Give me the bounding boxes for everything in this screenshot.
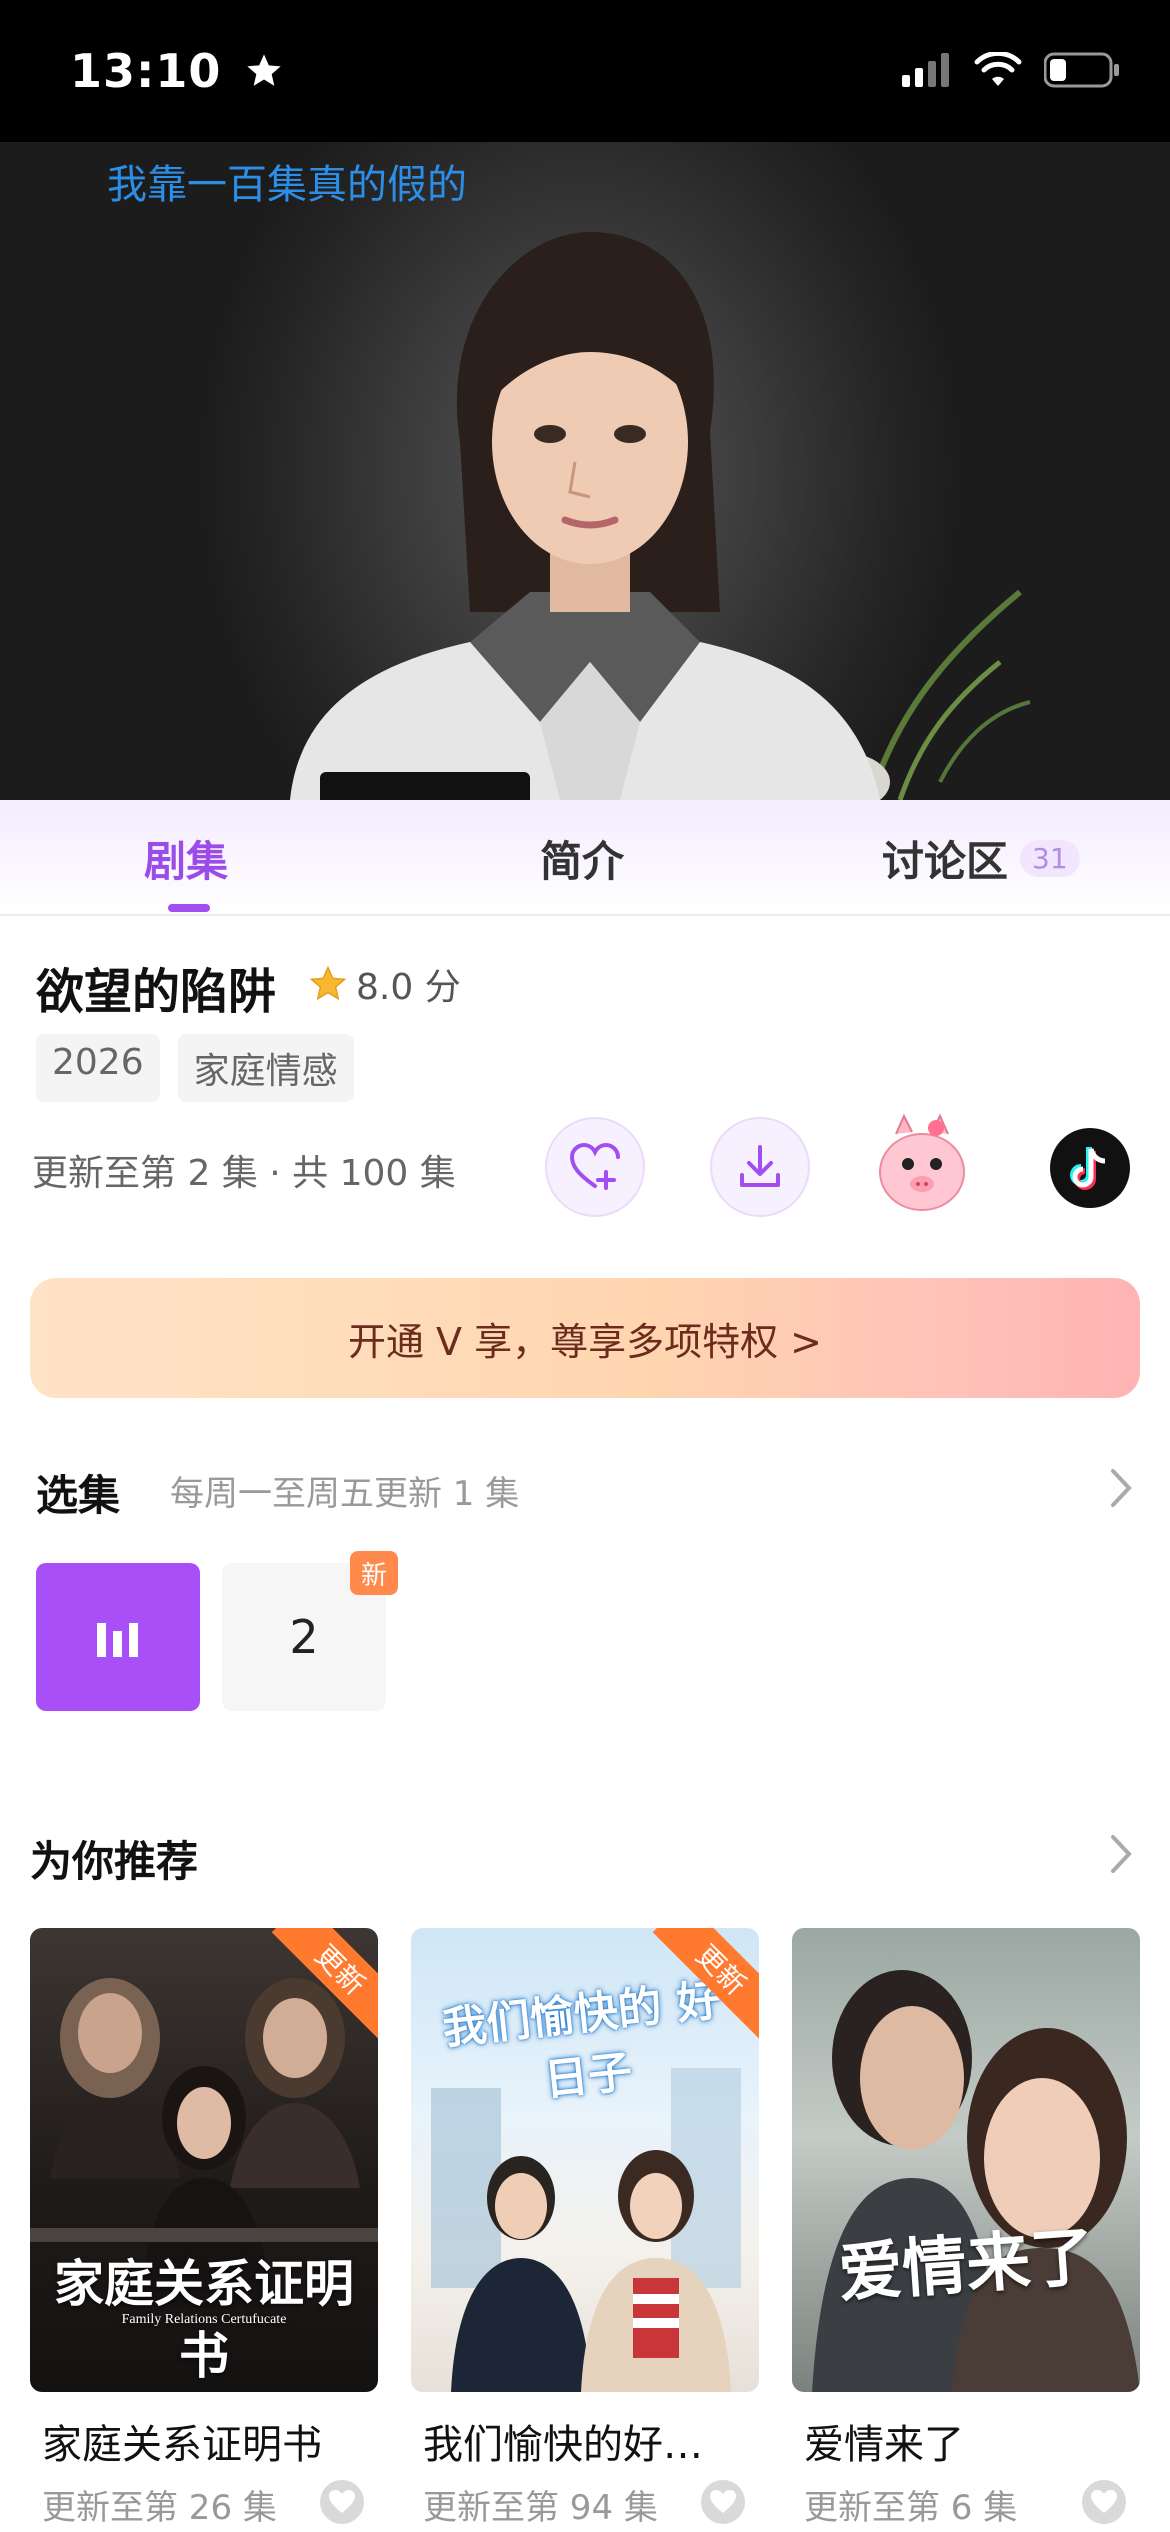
status-bar: 13:10 [0,0,1170,142]
heart-icon[interactable] [1082,2480,1126,2524]
new-badge: 新 [350,1551,398,1595]
recommend-card[interactable]: 爱情来了 爱情来了 更新至第 6 集 [792,1928,1140,2529]
tab-episodes-label: 剧集 [144,837,229,886]
recommend-poster[interactable]: 爱情来了 [792,1928,1140,2392]
star-icon [247,54,282,86]
recommend-poster[interactable]: 家庭关系证明书 Family Relations Certufucate 更新 [30,1928,378,2392]
playing-bars-icon [97,1623,138,1657]
recommend-title-text: 家庭关系证明书 [42,2422,322,2468]
episodes-subtitle: 每周一至周五更新 1 集 [170,1474,520,1514]
heart-icon[interactable] [320,2480,364,2524]
download-icon [740,1145,780,1187]
tab-discussion[interactable]: 讨论区 31 [882,828,1080,889]
tiktok-button[interactable] [1050,1128,1130,1208]
recommend-title: 为你推荐 [30,1837,199,1886]
wifi-icon [974,52,1022,86]
video-player[interactable]: 我靠一百集真的假的 [0,142,1170,800]
rating-value: 8.0 分 [356,967,461,1008]
poster-figures [812,1970,1140,2392]
recommend-update-label: 更新至第 26 集 [42,2488,277,2528]
vip-banner-text: 开通 V 享，尊享多项特权 > [347,1319,823,1364]
recommend-card[interactable]: 家庭关系证明书 Family Relations Certufucate 更新 … [30,1928,378,2529]
recommend-update-text: 更新至第 26 集 [30,2480,378,2529]
vip-banner[interactable]: 开通 V 享，尊享多项特权 > [30,1278,1140,1398]
show-title: 欲望的陷阱 [36,964,277,1020]
tab-intro-label: 简介 [540,837,625,886]
poster-subtitle: Family Relations Certufucate [121,2312,287,2327]
episodes-title: 选集 [36,1471,121,1520]
recommend-card[interactable]: 我们愉快的 好日子 更新 我们愉快的好… 更新至第 94 集 [411,1928,759,2529]
recommend-update-text: 更新至第 94 集 [411,2480,759,2529]
recommend-update-label: 更新至第 6 集 [804,2488,1018,2528]
tab-active-indicator [168,904,210,912]
recommend-title-text: 我们愉快的好… [423,2422,703,2468]
signal-icon [902,53,949,87]
download-button[interactable] [710,1117,810,1217]
tab-episodes[interactable]: 剧集 [144,828,228,889]
recommend-update-text: 更新至第 6 集 [792,2480,1140,2529]
status-time: 13:10 [70,44,284,98]
show-rating: 8.0 分 [308,958,461,1010]
tag-year[interactable]: 2026 [36,1034,160,1102]
show-tags: 2026 家庭情感 [36,1034,354,1102]
video-subtitle: 我靠一百集真的假的 [107,162,467,208]
mascot-icon[interactable] [874,1112,970,1216]
episode-2-label: 2 [289,1610,319,1664]
tab-discussion-label: 讨论区 [882,837,1009,886]
heart-plus-icon [569,1142,620,1190]
recommend-title-text: 爱情来了 [804,2422,964,2468]
tiktok-icon [1070,1147,1106,1190]
discussion-count-badge: 31 [1020,840,1080,877]
favorite-button[interactable] [545,1117,645,1217]
episode-1-playing[interactable] [36,1563,200,1711]
status-icons [902,52,1120,88]
recommend-poster[interactable]: 我们愉快的 好日子 更新 [411,1928,759,2392]
tag-genre[interactable]: 家庭情感 [177,1034,354,1102]
recommend-update-label: 更新至第 94 集 [423,2488,658,2528]
star-rating-icon [309,965,347,1001]
heart-icon[interactable] [701,2480,745,2524]
tab-intro[interactable]: 简介 [540,828,624,889]
chevron-right-icon[interactable] [1108,1832,1134,1876]
chevron-right-icon[interactable] [1108,1466,1134,1510]
update-info: 更新至第 2 集 · 共 100 集 [32,1153,456,1194]
detail-tabs: 剧集 简介 讨论区 31 [0,800,1170,916]
video-frame-figure [290,232,1031,800]
time-text: 13:10 [70,44,222,98]
battery-icon [1044,52,1119,88]
